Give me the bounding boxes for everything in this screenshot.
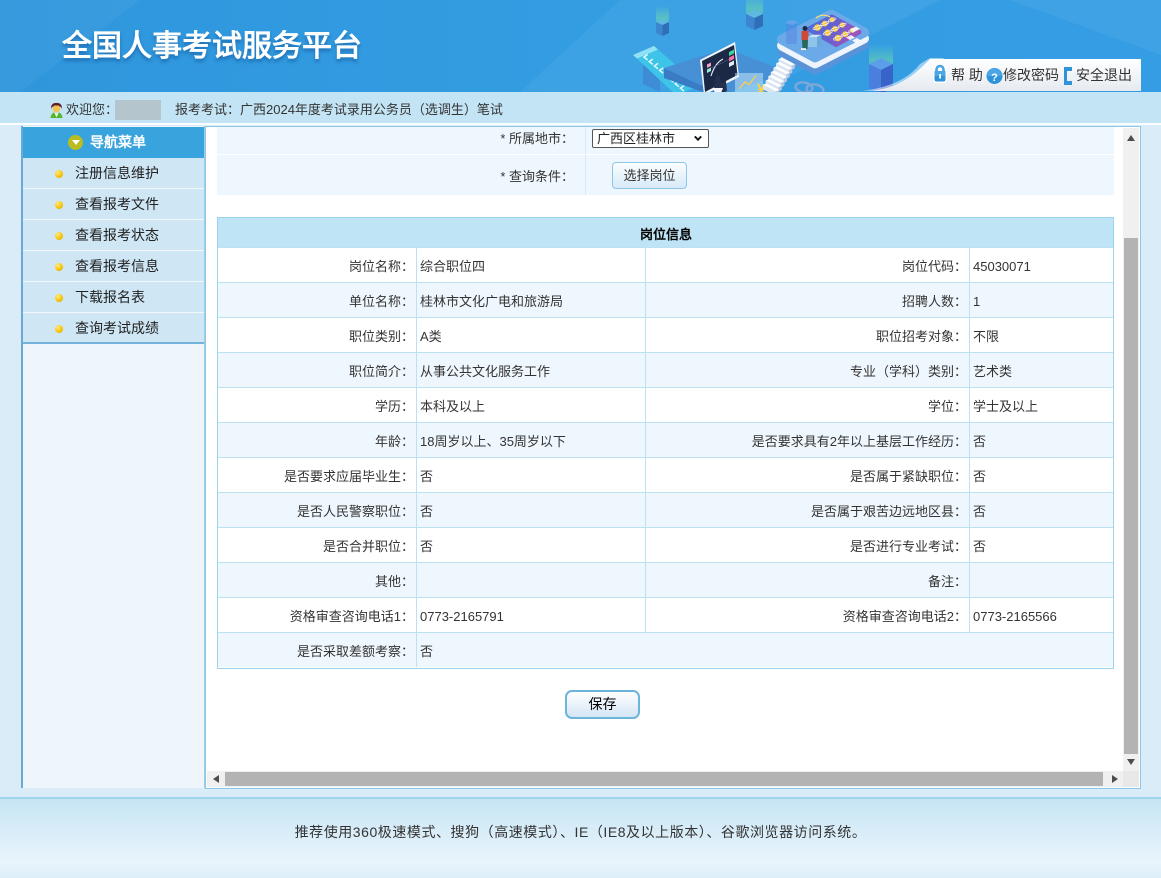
svg-text:?: ? xyxy=(991,72,998,84)
